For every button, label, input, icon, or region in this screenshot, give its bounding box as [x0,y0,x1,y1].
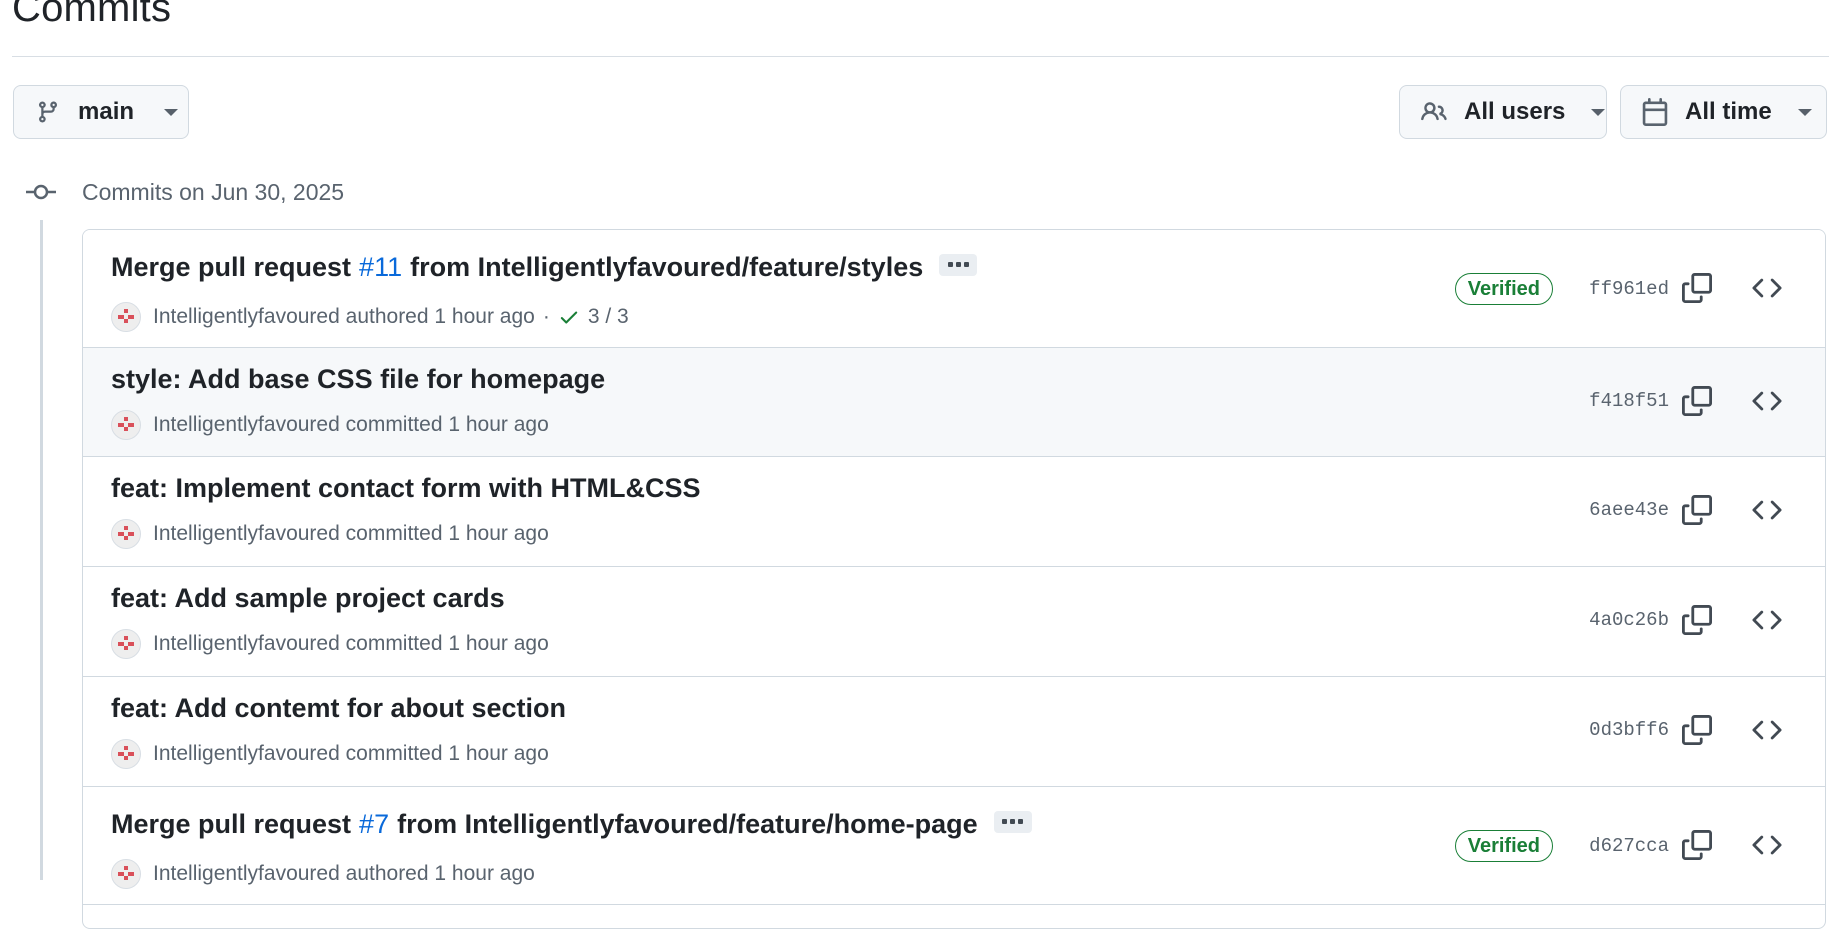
avatar[interactable] [111,519,141,549]
commit-meta: Intelligentlyfavoured authored 1 hour ag… [111,859,535,889]
title-divider [12,56,1829,57]
commit-action: authored [345,862,429,885]
copy-icon[interactable] [1682,830,1712,860]
commit-row[interactable]: style: Add base CSS file for homepage In… [83,348,1825,457]
commit-message[interactable]: feat: Add contemt for about section [111,693,566,724]
expand-message-button[interactable] [939,253,978,276]
commit-row[interactable]: feat: Add contemt for about section Inte… [83,677,1825,787]
commit-message-prefix: Merge pull request [111,809,352,839]
avatar[interactable] [111,302,141,332]
copy-icon[interactable] [1682,715,1712,745]
commit-action: authored [345,305,429,328]
commit-action: committed [345,632,443,655]
commit-message-suffix: from Intelligentlyfavoured/feature/home-… [397,809,978,839]
commit-sha[interactable]: d627cca [1589,835,1669,857]
commit-group-title: Commits on Jun 30, 2025 [82,179,345,205]
author-link[interactable]: Intelligentlyfavoured [153,632,340,656]
copy-icon[interactable] [1682,386,1712,416]
commit-meta: Intelligentlyfavoured committed 1 hour a… [111,739,549,769]
avatar[interactable] [111,739,141,769]
commit-row[interactable]: feat: Add sample project cards Intellige… [83,567,1825,677]
pull-request-link[interactable]: #7 [359,809,389,840]
author-link[interactable]: Intelligentlyfavoured [153,862,340,886]
avatar[interactable] [111,859,141,889]
checks-count: 3 / 3 [587,305,629,328]
avatar[interactable] [111,410,141,440]
chevron-down-icon [1591,108,1606,116]
commit-action: committed [345,522,443,545]
commit-time: 1 hour ago [448,522,549,545]
commit-meta: Intelligentlyfavoured committed 1 hour a… [111,629,549,659]
browse-code-icon[interactable] [1752,386,1782,416]
commit-message[interactable]: Merge pull request #11 from Intelligentl… [111,252,978,283]
branch-label: main [78,98,135,125]
commit-message[interactable]: feat: Implement contact form with HTML&C… [111,473,701,504]
commit-sha[interactable]: 6aee43e [1589,499,1669,521]
commit-message-prefix: Merge pull request [111,252,352,282]
browse-code-icon[interactable] [1752,273,1782,303]
commit-list: Merge pull request #11 from Intelligentl… [82,229,1826,929]
commit-row[interactable]: Merge pull request #7 from Intelligently… [83,787,1825,905]
users-filter-label: All users [1464,98,1566,125]
browse-code-icon[interactable] [1752,495,1782,525]
commit-sha[interactable]: f418f51 [1589,390,1669,412]
copy-icon[interactable] [1682,273,1712,303]
separator-dot: · [542,305,550,328]
commit-time: 1 hour ago [448,742,549,765]
commit-sha[interactable]: 0d3bff6 [1589,719,1669,741]
author-link[interactable]: Intelligentlyfavoured [153,522,340,546]
commit-meta: Intelligentlyfavoured authored 1 hour ag… [111,302,629,332]
commit-time: 1 hour ago [434,305,535,328]
author-link[interactable]: Intelligentlyfavoured [153,305,340,329]
avatar[interactable] [111,629,141,659]
commit-meta: Intelligentlyfavoured committed 1 hour a… [111,519,549,549]
expand-message-button[interactable] [993,810,1032,833]
verified-badge[interactable]: Verified [1454,830,1553,862]
commit-time: 1 hour ago [448,632,549,655]
commit-action: committed [345,413,443,436]
commit-sha[interactable]: 4a0c26b [1589,609,1669,631]
commit-sha[interactable]: ff961ed [1589,278,1669,300]
commit-message-suffix: from Intelligentlyfavoured/feature/style… [410,252,924,282]
branch-selector-button[interactable]: main [13,85,189,139]
pull-request-link[interactable]: #11 [359,252,402,283]
author-link[interactable]: Intelligentlyfavoured [153,742,340,766]
commit-action: committed [345,742,443,765]
author-link[interactable]: Intelligentlyfavoured [153,413,340,437]
commit-row[interactable]: feat: Implement contact form with HTML&C… [83,457,1825,567]
commit-row[interactable]: Merge pull request #11 from Intelligentl… [83,230,1825,348]
browse-code-icon[interactable] [1752,830,1782,860]
browse-code-icon[interactable] [1752,605,1782,635]
commit-time: 1 hour ago [448,413,549,436]
copy-icon[interactable] [1682,495,1712,525]
chevron-down-icon [1797,108,1812,116]
chevron-down-icon [164,108,179,116]
commit-time: 1 hour ago [434,862,535,885]
people-icon [1420,99,1448,125]
commit-message[interactable]: Merge pull request #7 from Intelligently… [111,809,1032,840]
page-title: Commits [12,0,172,30]
checks-status[interactable]: 3 / 3 [558,305,629,329]
users-filter-button[interactable]: All users [1399,85,1607,139]
git-commit-icon [26,180,56,204]
commit-message[interactable]: style: Add base CSS file for homepage [111,364,605,395]
git-branch-icon [36,98,60,126]
time-filter-button[interactable]: All time [1620,85,1827,139]
commit-message[interactable]: feat: Add sample project cards [111,583,505,614]
copy-icon[interactable] [1682,605,1712,635]
commit-meta: Intelligentlyfavoured committed 1 hour a… [111,410,549,440]
browse-code-icon[interactable] [1752,715,1782,745]
check-icon [560,311,578,324]
time-filter-label: All time [1685,98,1772,125]
timeline-line [40,220,43,880]
verified-badge[interactable]: Verified [1454,273,1553,305]
calendar-icon [1641,97,1669,127]
